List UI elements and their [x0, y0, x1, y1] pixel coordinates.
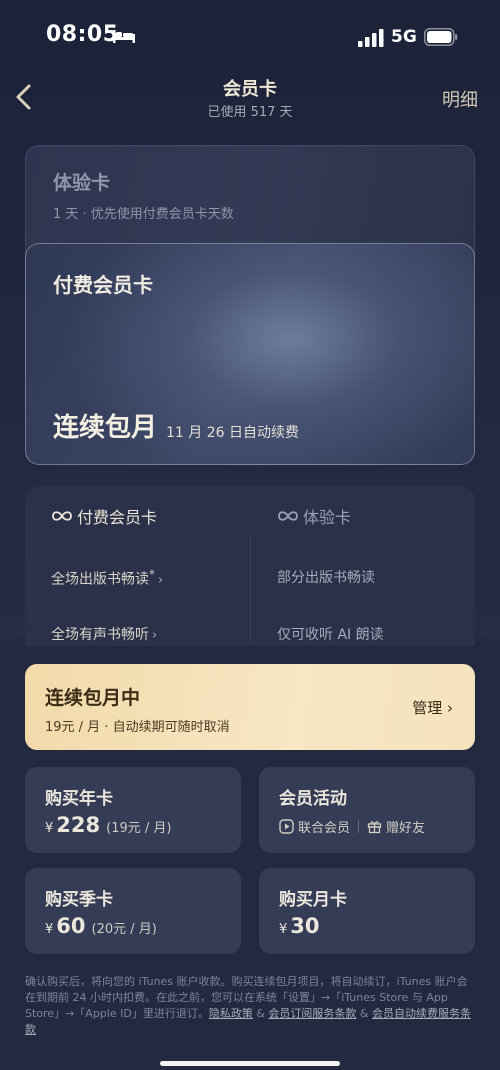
- subscription-title: 连续包月中: [45, 687, 141, 709]
- status-bar: 08:05 5G: [0, 0, 500, 72]
- paid-card-renew-date: 11 月 26 日自动续费: [166, 425, 299, 441]
- activity-title: 会员活动: [279, 789, 347, 809]
- trial-column-header: 体验卡: [277, 504, 351, 528]
- privacy-policy-link[interactable]: 隐私政策: [209, 1007, 253, 1020]
- subscription-status-banner[interactable]: 连续包月中 19元 / 月 · 自动续期可随时取消 管理 ›: [25, 664, 475, 750]
- status-time: 08:05: [46, 22, 119, 47]
- comparison-divider: [250, 534, 251, 646]
- paid-column-header: 付费会员卡: [51, 504, 157, 528]
- infinity-icon: [278, 511, 298, 521]
- play-badge-icon: [279, 819, 294, 834]
- network-type: 5G: [391, 27, 417, 47]
- paid-column-title: 付费会员卡: [77, 508, 158, 527]
- trial-card-desc: 1 天 · 优先使用付费会员卡天数: [53, 207, 234, 222]
- subscription-desc: 19元 / 月 · 自动续期可随时取消: [45, 720, 230, 735]
- details-button[interactable]: 明细: [442, 86, 478, 112]
- gift-icon: [367, 821, 382, 834]
- cellular-signal-icon: [358, 29, 384, 47]
- annual-title: 购买年卡: [45, 789, 113, 809]
- chevron-right-icon: ›: [157, 572, 164, 588]
- paid-card-title: 付费会员卡: [53, 273, 153, 297]
- buy-annual-card[interactable]: 购买年卡 ¥ 228 (19元 / 月): [25, 767, 241, 853]
- gift-friend-link[interactable]: 赠好友: [386, 817, 425, 836]
- member-activity-card[interactable]: 会员活动 联合会员 赠好友: [259, 767, 475, 853]
- paid-feature-audiobooks[interactable]: 全场有声书畅听 ›: [51, 624, 157, 644]
- activity-links: 联合会员 赠好友: [279, 817, 425, 836]
- legal-notice: 确认购买后，将向您的 iTunes 账户收款。购买连续包月项目，将自动续订，iT…: [25, 975, 471, 1036]
- quarterly-price: ¥ 60 (20元 / 月): [45, 914, 157, 938]
- paid-feature-books[interactable]: 全场出版书畅读* ›: [51, 567, 163, 589]
- paid-card-plan: 连续包月: [53, 413, 158, 443]
- monthly-title: 购买月卡: [279, 890, 347, 910]
- sleep-focus-icon: [113, 30, 135, 43]
- home-indicator[interactable]: [160, 1061, 340, 1066]
- days-used: 已使用 517 天: [207, 105, 293, 120]
- feature-footnote-mark: *: [149, 567, 155, 581]
- infinity-icon: [52, 511, 72, 521]
- battery-icon: [424, 28, 458, 46]
- monthly-price: ¥ 30: [279, 914, 320, 938]
- manage-subscription-button[interactable]: 管理 ›: [412, 697, 453, 718]
- joint-membership-link[interactable]: 联合会员: [298, 817, 350, 836]
- trial-column-title: 体验卡: [303, 508, 352, 527]
- benefits-comparison: 付费会员卡 体验卡 全场出版书畅读* › 部分出版书畅读 全场有声书畅听 › 仅可收…: [25, 486, 475, 646]
- trial-feature-ai-audio: 仅可收听 AI 朗读: [277, 627, 384, 643]
- chevron-right-icon: ›: [152, 628, 158, 643]
- buy-monthly-card[interactable]: 购买月卡 ¥ 30: [259, 868, 475, 954]
- buy-quarterly-card[interactable]: 购买季卡 ¥ 60 (20元 / 月): [25, 868, 241, 954]
- trial-feature-books: 部分出版书畅读: [277, 570, 375, 586]
- quarterly-title: 购买季卡: [45, 890, 113, 910]
- trial-card-title: 体验卡: [53, 172, 111, 194]
- annual-price: ¥ 228 (19元 / 月): [45, 813, 172, 837]
- link-separator: [358, 820, 360, 833]
- paid-member-card[interactable]: 付费会员卡 连续包月 11 月 26 日自动续费: [25, 243, 475, 465]
- member-subscription-terms-link[interactable]: 会员订阅服务条款: [268, 1007, 356, 1020]
- page-title: 会员卡: [223, 79, 277, 100]
